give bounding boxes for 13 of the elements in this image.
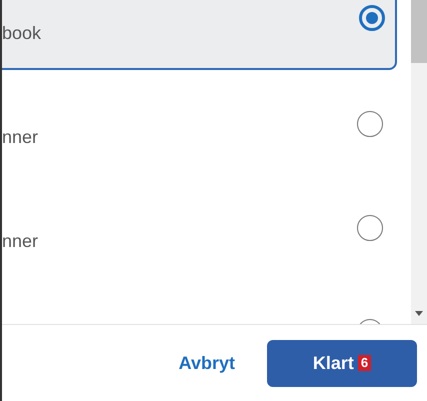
- cancel-button[interactable]: Avbryt: [176, 350, 237, 376]
- radio-button[interactable]: [357, 111, 383, 137]
- done-button[interactable]: Klart 6: [267, 340, 417, 386]
- option-label: book: [2, 23, 42, 45]
- scrollbar-thumb[interactable]: [411, 0, 427, 63]
- scroll-down-icon[interactable]: [415, 311, 423, 316]
- radio-button[interactable]: [357, 215, 383, 241]
- option-label: nner: [2, 127, 38, 149]
- scrollbar[interactable]: [411, 0, 427, 324]
- count-badge: 6: [358, 355, 372, 371]
- option-label: nner: [2, 231, 38, 253]
- selected-option-background[interactable]: book: [2, 0, 397, 70]
- radio-button[interactable]: [359, 5, 385, 31]
